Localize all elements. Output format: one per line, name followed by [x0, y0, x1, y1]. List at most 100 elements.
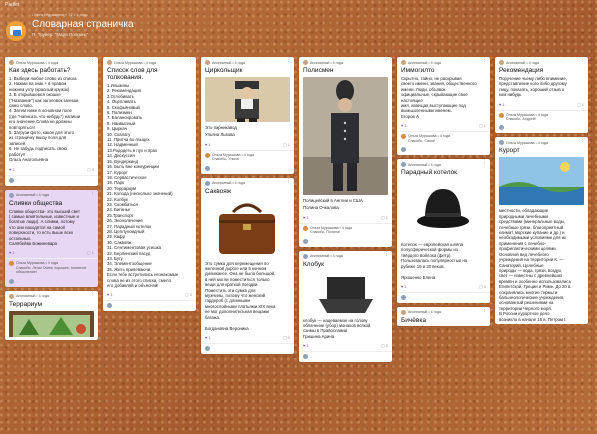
like-count[interactable]: ♥ 1: [303, 215, 309, 220]
post-card[interactable]: Анонимный • 4 года ⋮ Полисмен Полицейский в…: [299, 57, 392, 247]
comment-count[interactable]: ▢ 0: [381, 343, 388, 348]
post-menu-icon[interactable]: ⋮: [580, 138, 585, 143]
like-count[interactable]: ♥ 1: [205, 142, 211, 147]
like-count[interactable]: ♥ 1: [205, 335, 211, 340]
like-count[interactable]: ♥ 1: [9, 167, 15, 172]
post-card[interactable]: Анонимный • 4 года ⋮ Саквояж Это сумка для …: [201, 177, 294, 354]
post-image[interactable]: [303, 270, 388, 315]
post-menu-icon[interactable]: ⋮: [188, 58, 193, 63]
comment-content: Ольга Мурашова • 4 года Спасибо, Лена! Оч…: [16, 261, 94, 274]
post-comment: Ольга Мурашова • 4 года Спасибо, Полина!: [299, 224, 392, 237]
post-image[interactable]: [401, 179, 486, 240]
post-menu-icon[interactable]: ⋮: [90, 291, 95, 296]
post-comment: Ольга Мурашова • 4 года Спасибо, Ульна!: [201, 151, 294, 164]
add-comment-field[interactable]: …: [397, 145, 490, 155]
post-menu-icon[interactable]: ⋮: [90, 190, 95, 195]
like-count[interactable]: ♥ 1: [303, 343, 309, 348]
post-author: Ольга Мурашова • 4 года: [495, 137, 588, 146]
avatar: [401, 134, 406, 140]
add-comment-field[interactable]: …: [299, 352, 392, 362]
comment-count[interactable]: ▢ 0: [479, 284, 486, 289]
add-comment-field[interactable]: …: [201, 164, 294, 174]
app-brand[interactable]: Padlet: [5, 2, 19, 8]
comment-count[interactable]: ▢ 0: [185, 292, 192, 297]
post-menu-icon[interactable]: ⋮: [286, 178, 291, 183]
post-image[interactable]: [303, 77, 388, 195]
post-body-line: Салябейва Божиневара: [9, 240, 57, 246]
post-image[interactable]: [9, 310, 94, 337]
like-count[interactable]: ♥ 1: [9, 250, 15, 255]
post-body-line: Егоров А: [401, 113, 419, 119]
post-card[interactable]: Анонимный • 4 года ⋮ Иммогилто Скрытно, тай…: [397, 57, 490, 156]
post-image[interactable]: [499, 157, 584, 206]
avatar: [303, 354, 308, 360]
add-comment-field[interactable]: …: [299, 237, 392, 247]
comment-count[interactable]: ▢ 0: [283, 335, 290, 340]
add-comment-field[interactable]: …: [5, 176, 98, 186]
post-menu-icon[interactable]: ⋮: [90, 58, 95, 63]
comment-count[interactable]: ▢ 0: [87, 167, 94, 172]
like-count[interactable]: ♥ 1: [401, 123, 407, 128]
add-comment-field[interactable]: …: [201, 344, 294, 354]
post-menu-icon[interactable]: ⋮: [482, 58, 487, 63]
post-image[interactable]: [205, 77, 290, 122]
add-comment-field[interactable]: …: [103, 301, 196, 311]
post-body-line: возникло в начале 18 в. Петром I.: [499, 316, 567, 322]
post-author: Анонимный • 4 года: [299, 251, 392, 260]
post-card[interactable]: Анонимный • 4 года ⋮ Циркольщик Это парника…: [201, 57, 294, 174]
post-title: Курорт: [499, 147, 520, 155]
post-card[interactable]: Ольга Мурашова • 4 года ⋮ Список слов для …: [103, 57, 196, 312]
post-card[interactable]: Ольга Мурашова • 4 года ⋮ Курорт местности,…: [495, 137, 588, 324]
avatar: [303, 253, 308, 259]
post-author: Анонимный • 4 года: [5, 190, 98, 199]
add-comment-field[interactable]: …: [495, 123, 588, 133]
top-bar: Padlet: [0, 0, 597, 9]
post-body: Сливки общества- это высший свет( самые …: [5, 209, 98, 249]
comment-text: Спасибо, Андрей!: [506, 117, 536, 122]
post-body: клобук — надеваемое на голову облачение (…: [299, 318, 392, 342]
comment-count[interactable]: ▢ 1: [479, 123, 486, 128]
like-count[interactable]: ♥ 1: [107, 292, 113, 297]
avatar: [401, 147, 406, 153]
comment-count[interactable]: ▢ 1: [381, 215, 388, 220]
add-comment-field[interactable]: …: [397, 293, 490, 303]
post-card[interactable]: Анонимный • 4 года ⋮ Бичёвка: [397, 306, 490, 326]
post-card[interactable]: Анонимный • 4 года ⋮ Рекомендация Поручение…: [495, 57, 588, 134]
comment-content: Ольга Мурашова • 4 года Спасибо, Андрей!: [506, 113, 548, 122]
post-menu-icon[interactable]: ⋮: [482, 160, 487, 165]
post-author-name: Ольга Мурашова • 4 года: [16, 60, 58, 65]
comment-count[interactable]: ▢ 1: [283, 142, 290, 147]
like-count[interactable]: ♥ 1: [499, 102, 505, 107]
post-author: Анонимный • 4 года: [495, 57, 588, 66]
post-image[interactable]: [205, 197, 290, 258]
post-card[interactable]: Анонимный • 4 года ⋮ Парадный котелок Котел…: [397, 159, 490, 303]
post-author-name: Анонимный • 4 года: [408, 310, 441, 315]
post-reactions: ♥ 1 ▢ 0: [201, 333, 294, 344]
post-caption: Это парникавод: [205, 125, 237, 130]
comment-count[interactable]: ▢ 1: [577, 102, 584, 107]
add-comment-field[interactable]: …: [5, 277, 98, 287]
post-menu-icon[interactable]: ⋮: [482, 307, 487, 312]
post-reactions: ♥ 1 ▢ 1: [397, 121, 490, 133]
post-menu-icon[interactable]: ⋮: [384, 58, 389, 63]
post-menu-icon[interactable]: ⋮: [580, 58, 585, 63]
comment-count[interactable]: ▢ 1: [87, 250, 94, 255]
avatar: [303, 225, 308, 231]
post-author: Анонимный • 4 года: [201, 57, 294, 66]
comment-content: Ольга Мурашова • 4 года Спасибо, Полина!: [310, 226, 352, 235]
comment-content: Ольга Мурашова • 4 года Спасибо, Ульна!: [212, 153, 254, 162]
avatar: [205, 345, 210, 351]
post-card[interactable]: Анонимный • 4 года ⋮ Клобук клобук — надева…: [299, 250, 392, 363]
post-author: Анонимный • 4 года: [5, 291, 98, 300]
post-card[interactable]: Анонимный • 4 года ⋮ Террариум: [5, 290, 98, 340]
like-count[interactable]: ♥ 1: [401, 284, 407, 289]
post-menu-icon[interactable]: ⋮: [384, 251, 389, 256]
post-card[interactable]: Анонимный • 4 года ⋮ Сливки общества Сливки…: [5, 189, 98, 287]
post-reactions: ♥ 1 ▢ 0: [103, 290, 196, 302]
post-card[interactable]: Ольга Мурашова • 4 года ⋮ Как здесь работа…: [5, 57, 98, 186]
board-title: Словарная страничка: [32, 19, 134, 30]
post-reactions: ♥ 1 ▢ 0: [5, 165, 98, 176]
post-title: Парадный котелок: [401, 169, 458, 177]
post-menu-icon[interactable]: ⋮: [286, 58, 291, 63]
avatar: [401, 60, 406, 65]
